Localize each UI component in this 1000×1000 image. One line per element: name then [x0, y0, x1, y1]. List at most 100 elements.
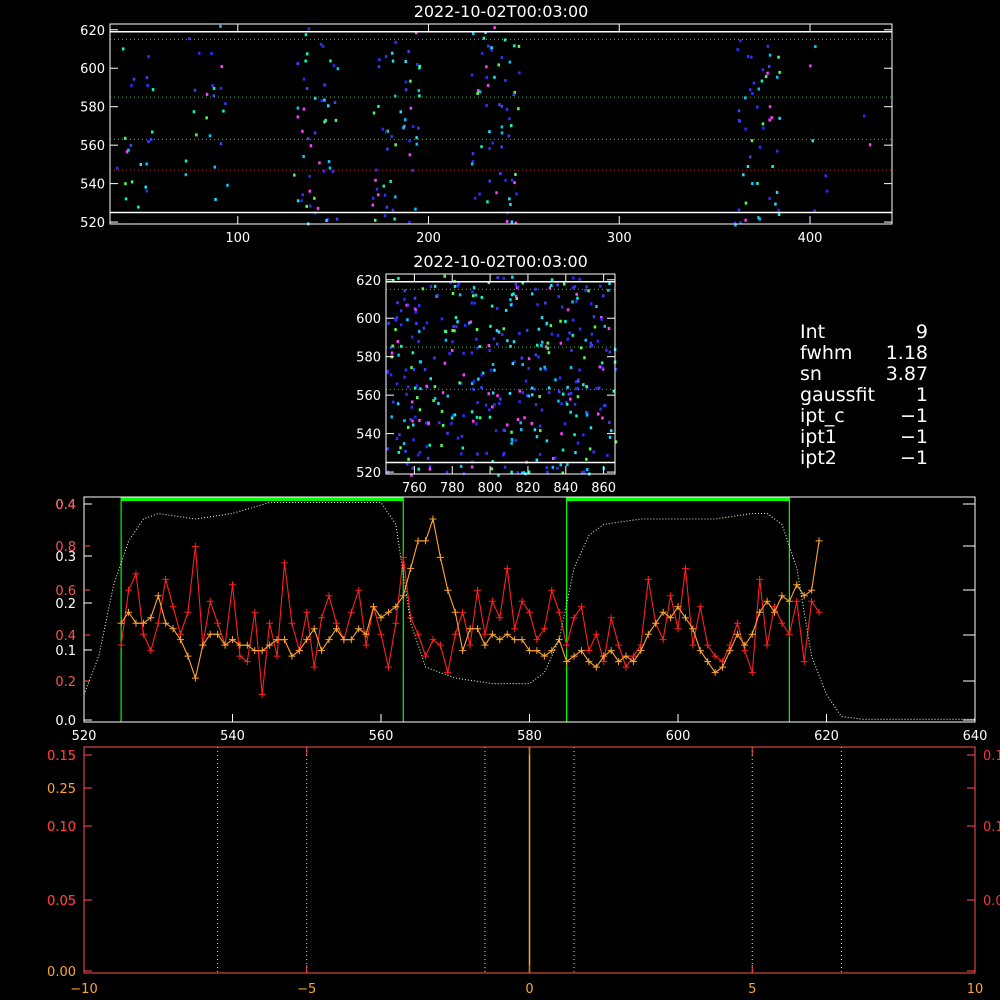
scan-dot — [541, 340, 544, 344]
scan-dot — [766, 71, 769, 75]
scan-dot — [502, 276, 505, 280]
scan-dot — [461, 446, 465, 450]
scan-dot — [778, 116, 781, 120]
scan-dot — [488, 349, 491, 352]
scan-dot — [744, 218, 747, 222]
scan-dot — [561, 448, 565, 452]
scan-dot — [220, 65, 224, 69]
scan-dot — [736, 48, 739, 52]
scan-dot — [323, 83, 326, 87]
scan-dot — [452, 324, 455, 328]
scan-dot — [510, 430, 513, 434]
scan-dot — [498, 402, 501, 406]
scan-dot — [412, 438, 415, 442]
scan-dot — [517, 44, 521, 48]
scan-dot — [489, 368, 493, 372]
scan-dot — [750, 139, 754, 143]
scan-dot — [824, 174, 827, 178]
scan-dot — [523, 416, 526, 420]
x-tick-label: 300 — [607, 231, 632, 246]
series-marker-1 — [555, 636, 563, 644]
scan-dot — [137, 205, 140, 209]
scan-dot — [490, 467, 494, 471]
scan-dot — [413, 296, 417, 300]
scan-dot — [574, 386, 578, 390]
scan-dot — [384, 55, 388, 59]
scan-dot — [503, 465, 507, 469]
series-marker-0 — [288, 619, 296, 627]
scan-dot — [446, 431, 449, 435]
scan-dot — [205, 92, 209, 96]
scan-dot — [574, 380, 578, 384]
scan-dot — [510, 470, 513, 474]
scan-dot — [418, 360, 422, 364]
scan-dot — [578, 368, 581, 372]
bottom-empty-chart: −10−505100.150.250.100.050.000.150.150.1… — [47, 746, 1000, 997]
y-tick-label: 0.1 — [55, 644, 76, 659]
scan-dot — [774, 202, 777, 206]
scan-dot — [495, 342, 499, 346]
scan-dot — [405, 392, 408, 396]
scan-dot — [498, 103, 501, 107]
scan-dot — [480, 373, 483, 377]
scan-dot — [497, 63, 500, 67]
scan-dot — [559, 463, 562, 467]
scan-dot — [746, 55, 750, 58]
scan-dot — [549, 324, 553, 328]
series-marker-0 — [273, 652, 281, 660]
scan-dot — [397, 450, 401, 454]
scan-dot — [475, 422, 478, 426]
scan-dot — [536, 303, 539, 307]
series-marker-1 — [696, 647, 704, 655]
scan-dot — [590, 332, 594, 336]
series-marker-0 — [266, 619, 274, 627]
scan-dot — [214, 197, 217, 201]
y-tick-label: 580 — [356, 351, 381, 366]
scan-dot — [443, 274, 446, 278]
series-marker-0 — [310, 663, 318, 671]
scan-dot — [394, 328, 397, 332]
info-row-sn: sn 3.87 — [800, 363, 928, 385]
series-marker-1 — [407, 564, 415, 572]
scan-dot — [395, 437, 399, 441]
scan-dot — [146, 84, 149, 87]
scan-dot — [519, 421, 522, 425]
y2-tick-label: 0.10 — [47, 820, 76, 835]
scan-dot — [521, 363, 524, 367]
scan-dot — [491, 405, 494, 409]
scan-dot — [418, 304, 421, 308]
scan-dot — [507, 134, 511, 138]
scan-dot — [470, 301, 474, 305]
y2-tick-label-right: 0.05 — [983, 894, 1000, 909]
scan-dot — [566, 463, 569, 467]
y-tick-label: 600 — [80, 62, 105, 77]
scan-dot — [606, 453, 609, 457]
scan-dot — [490, 304, 494, 308]
scan-dot — [302, 77, 306, 81]
scan-dot — [768, 53, 772, 57]
scan-dot — [744, 127, 747, 131]
x-tick-label: 860 — [591, 481, 616, 496]
scan-dot — [485, 65, 488, 69]
scan-dot — [391, 208, 395, 212]
scan-dot — [485, 451, 488, 455]
scan-dot — [429, 285, 433, 288]
series-marker-1 — [347, 636, 355, 644]
scan-dot — [586, 468, 589, 471]
scan-dot — [396, 402, 400, 406]
scan-dot — [418, 329, 421, 333]
scan-dot — [417, 339, 420, 343]
scan-dot — [545, 466, 548, 470]
scan-dot — [508, 391, 512, 395]
scan-dot — [768, 118, 771, 122]
scan-dot — [393, 217, 396, 221]
scan-dot — [375, 187, 379, 191]
x-tick-label: 520 — [72, 729, 97, 744]
scan-dot — [751, 182, 754, 185]
scan-dot — [425, 321, 429, 325]
scan-dot — [551, 465, 555, 469]
scan-dot — [451, 340, 454, 344]
scan-dot — [130, 180, 134, 184]
scan-dot — [296, 106, 300, 110]
scan-dot — [571, 333, 575, 337]
